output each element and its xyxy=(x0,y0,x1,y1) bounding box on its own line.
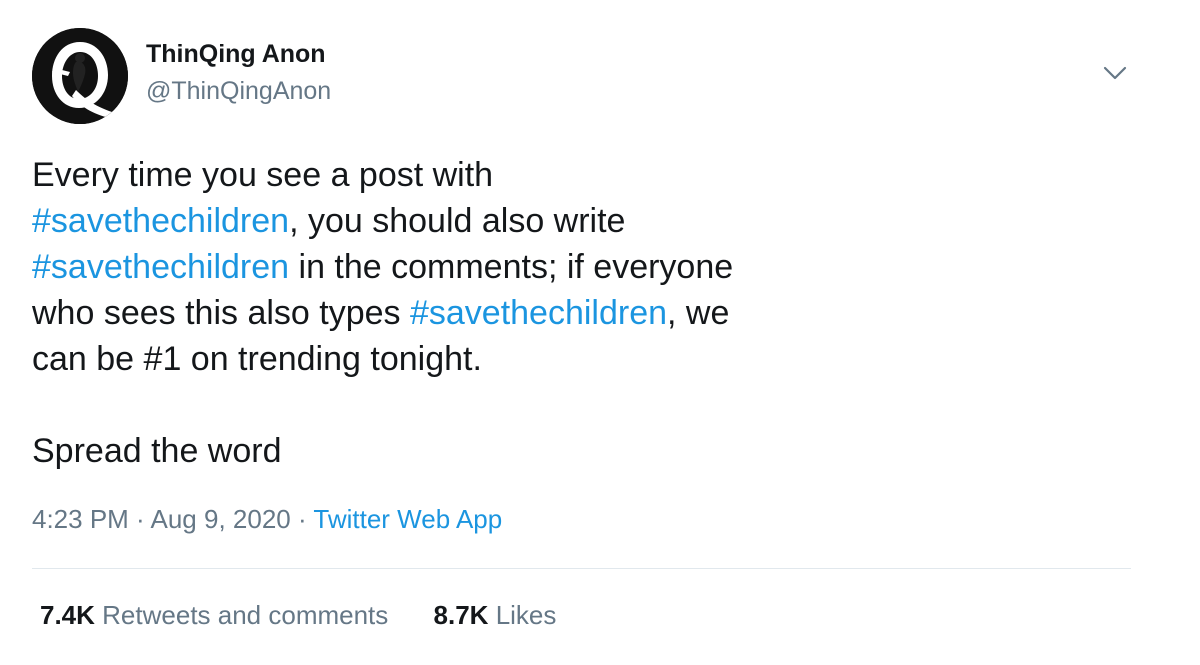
tweet-meta: 4:23 PM · Aug 9, 2020 · Twitter Web App xyxy=(32,504,502,535)
hashtag-link[interactable]: #savethechildren xyxy=(32,202,289,240)
tweet-line: who sees this also types #savethechildre… xyxy=(32,290,852,336)
divider xyxy=(32,568,1131,569)
tweet-line: #savethechildren in the comments; if eve… xyxy=(32,244,852,290)
tweet-source-link[interactable]: Twitter Web App xyxy=(313,504,502,534)
retweets-stat[interactable]: 7.4K Retweets and comments xyxy=(40,600,388,631)
tweet-text-segment: can be #1 on trending tonight. xyxy=(32,340,482,378)
tweet-stats: 7.4K Retweets and comments 8.7K Likes xyxy=(40,600,556,631)
likes-stat[interactable]: 8.7K Likes xyxy=(434,600,557,631)
tweet-text-segment: Spread the word xyxy=(32,432,282,470)
author-handle[interactable]: @ThinQingAnon xyxy=(146,77,331,106)
tweet-line: can be #1 on trending tonight. xyxy=(32,336,852,382)
avatar[interactable] xyxy=(32,28,128,124)
tweet-time[interactable]: 4:23 PM xyxy=(32,504,129,534)
tweet-text-segment: Every time you see a post with xyxy=(32,156,494,194)
meta-separator: · xyxy=(128,504,151,534)
hashtag-link[interactable]: #savethechildren xyxy=(32,248,289,286)
tweet-text: Every time you see a post with #savethech… xyxy=(32,152,852,474)
chevron-down-icon[interactable] xyxy=(1098,58,1132,88)
retweets-count: 7.4K xyxy=(40,600,95,630)
likes-label: Likes xyxy=(495,600,557,630)
avatar-q-logo xyxy=(32,28,128,124)
tweet-date[interactable]: Aug 9, 2020 xyxy=(151,504,291,534)
tweet-line: #savethechildren, you should also write xyxy=(32,198,852,244)
author-name[interactable]: ThinQing Anon xyxy=(146,40,326,69)
likes-count: 8.7K xyxy=(433,600,489,630)
tweet-text-segment: who sees this also types xyxy=(32,294,410,332)
hashtag-link[interactable]: #savethechildren xyxy=(410,294,667,332)
tweet-line: Spread the word xyxy=(32,428,852,474)
tweet-line: Every time you see a post with xyxy=(32,152,852,198)
tweet-text-segment: , you should also write xyxy=(289,202,626,240)
tweet-text-segment: in the comments; if everyone xyxy=(289,248,734,286)
retweets-label: Retweets and comments xyxy=(102,600,389,630)
meta-separator: · xyxy=(290,504,314,534)
tweet-card: ThinQing Anon @ThinQingAnon Every time y… xyxy=(0,0,1200,665)
tweet-text-segment: , we xyxy=(667,294,730,332)
